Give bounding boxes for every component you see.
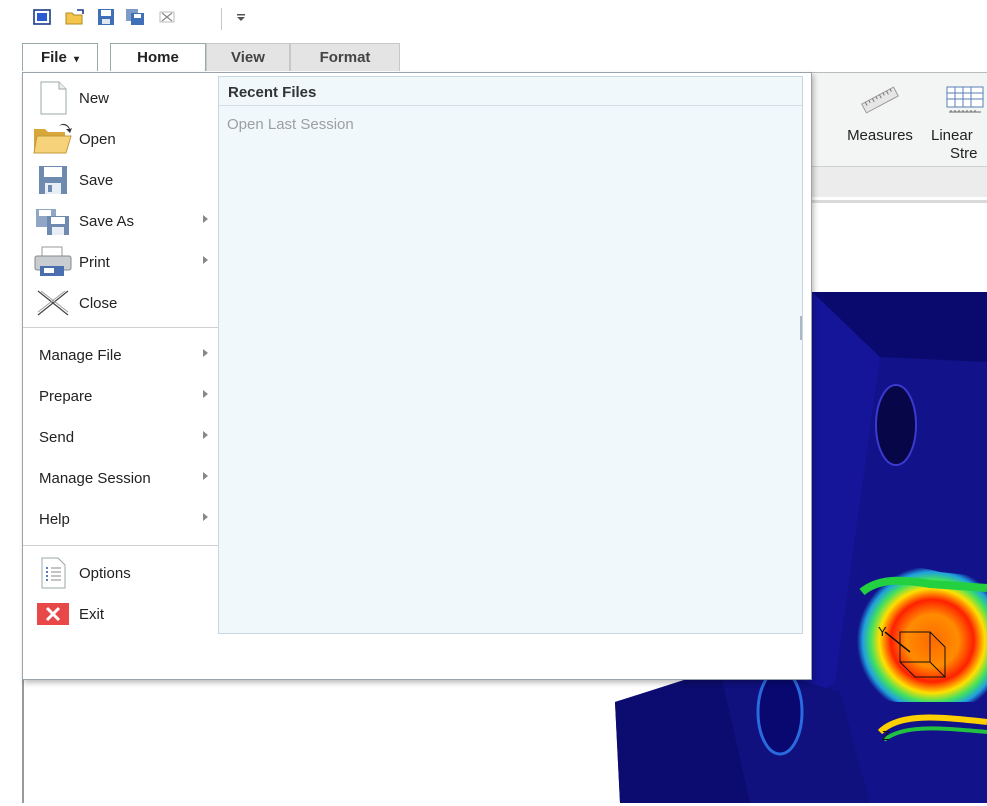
linear-stress-button[interactable]: Linear Stre	[925, 79, 987, 163]
menu-separator	[23, 545, 218, 546]
tab-home[interactable]: Home	[110, 43, 206, 71]
menu-item-label: Exit	[79, 605, 105, 623]
menu-item-label: Options	[79, 564, 131, 582]
menu-item-label: Open	[79, 130, 116, 148]
save-icon	[33, 162, 73, 198]
recent-files-header: Recent Files	[219, 77, 802, 106]
save-icon[interactable]	[95, 6, 117, 28]
chevron-down-icon: ▾	[73, 54, 80, 65]
recent-files-title: Recent Files	[228, 84, 317, 101]
submenu-arrow-icon	[203, 349, 208, 357]
menu-item-label: Help	[39, 510, 70, 528]
menu-item-manage-session[interactable]: Manage Session	[23, 458, 218, 498]
submenu-arrow-icon	[203, 431, 208, 439]
printer-icon	[33, 244, 73, 280]
menu-item-open[interactable]: Open	[23, 119, 218, 159]
file-menu-list: New Open Save Save As Print Close Manage…	[23, 73, 218, 635]
toolbar-separator	[221, 8, 222, 30]
menu-item-new[interactable]: New	[23, 78, 218, 118]
menu-item-exit[interactable]: Exit	[23, 594, 218, 634]
save-as-icon	[33, 203, 73, 239]
measures-label: Measures	[847, 127, 913, 144]
submenu-arrow-icon	[203, 390, 208, 398]
tab-format-label: Format	[319, 49, 371, 66]
menu-item-label: Send	[39, 428, 75, 446]
menu-separator	[23, 327, 218, 328]
menu-item-label: Prepare	[39, 387, 93, 405]
menu-item-label: Save As	[79, 212, 135, 230]
close-window-icon[interactable]	[156, 6, 178, 28]
menu-item-help[interactable]: Help	[23, 499, 218, 539]
menu-item-send[interactable]: Send	[23, 417, 218, 457]
options-list-icon	[33, 555, 73, 591]
menu-item-label: New	[79, 89, 110, 107]
linear-stress-label-1: Linear	[931, 127, 973, 144]
recent-files-pane: Recent Files Open Last Session	[218, 76, 803, 634]
tab-home-label: Home	[137, 49, 179, 66]
menu-item-label: Save	[79, 171, 114, 189]
svg-text:Y: Y	[878, 624, 887, 639]
ruler-icon	[830, 79, 930, 121]
menu-item-label: Manage Session	[39, 469, 151, 487]
save-as-icon[interactable]	[124, 6, 146, 28]
new-file-icon	[33, 80, 73, 116]
exit-icon	[33, 596, 73, 632]
menu-item-label: Print	[79, 253, 110, 271]
quick-access-toolbar	[0, 0, 987, 38]
menu-item-close[interactable]: Close	[23, 283, 218, 323]
ribbon-tabs: File ▾ Home View Format	[0, 38, 987, 72]
window-icon[interactable]	[31, 6, 53, 28]
submenu-arrow-icon	[203, 215, 208, 223]
tab-view[interactable]: View	[206, 43, 290, 71]
submenu-arrow-icon	[203, 513, 208, 521]
menu-item-label: Close	[79, 294, 118, 312]
menu-item-label: Manage File	[39, 346, 122, 364]
close-x-icon	[33, 285, 73, 321]
submenu-arrow-icon	[203, 256, 208, 264]
menu-item-prepare[interactable]: Prepare	[23, 376, 218, 416]
table-icon	[925, 79, 987, 121]
customize-dropdown-icon[interactable]	[230, 6, 252, 28]
measures-button[interactable]: Measures	[830, 79, 930, 145]
tab-format[interactable]: Format	[290, 43, 400, 71]
open-folder-icon	[33, 121, 73, 157]
open-folder-icon[interactable]	[64, 6, 86, 28]
svg-text:Z: Z	[882, 728, 890, 743]
tab-file-label: File	[40, 49, 67, 66]
menu-item-print[interactable]: Print	[23, 242, 218, 282]
open-last-session-link[interactable]: Open Last Session	[227, 116, 354, 133]
tab-view-label: View	[231, 49, 265, 66]
tab-file[interactable]: File ▾	[22, 43, 98, 71]
menu-item-save[interactable]: Save	[23, 160, 218, 200]
menu-item-manage-file[interactable]: Manage File	[23, 335, 218, 375]
menu-item-options[interactable]: Options	[23, 553, 218, 593]
submenu-arrow-icon	[203, 472, 208, 480]
linear-stress-label-2: Stre	[950, 145, 978, 162]
menu-item-save-as[interactable]: Save As	[23, 201, 218, 241]
pane-resize-handle[interactable]	[800, 316, 802, 340]
